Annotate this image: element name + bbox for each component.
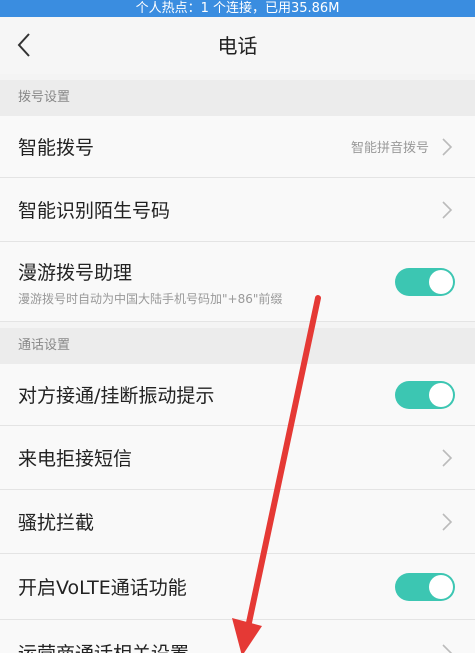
row-connect-vibrate: 对方接通/挂断振动提示 xyxy=(0,364,475,426)
toggle-knob xyxy=(429,575,453,599)
chevron-right-icon xyxy=(442,644,453,653)
row-label: 运营商通话相关设置 xyxy=(18,639,189,653)
chevron-right-icon xyxy=(442,138,453,156)
row-reject-sms[interactable]: 来电拒接短信 xyxy=(0,426,475,490)
row-roaming-dial-assistant: 漫游拨号助理 漫游拨号时自动为中国大陆手机号码加"+86"前缀 xyxy=(0,242,475,322)
connect-vibrate-toggle[interactable] xyxy=(395,381,455,409)
title-bar: 电话 xyxy=(0,17,475,74)
row-label: 开启VoLTE通话功能 xyxy=(18,577,187,599)
row-smart-dial[interactable]: 智能拨号 智能拼音拨号 xyxy=(0,116,475,178)
row-label: 智能识别陌生号码 xyxy=(18,200,171,222)
row-identify-unknown-number[interactable]: 智能识别陌生号码 xyxy=(0,178,475,242)
row-label: 骚扰拦截 xyxy=(18,512,95,534)
toggle-knob xyxy=(429,383,453,407)
roaming-dial-toggle[interactable] xyxy=(395,268,455,296)
chevron-right-icon xyxy=(442,513,453,531)
section-header-call: 通话设置 xyxy=(0,328,475,364)
chevron-right-icon xyxy=(442,449,453,467)
row-label: 漫游拨号助理 xyxy=(18,262,133,284)
row-volte: 开启VoLTE通话功能 xyxy=(0,554,475,620)
section-header-dial: 拨号设置 xyxy=(0,80,475,116)
toggle-knob xyxy=(429,270,453,294)
row-harassment-block[interactable]: 骚扰拦截 xyxy=(0,490,475,554)
hotspot-status-text: 个人热点：1 个连接，已用35.86M xyxy=(135,1,340,16)
row-value: 智能拼音拨号 xyxy=(350,141,429,156)
row-label: 对方接通/挂断振动提示 xyxy=(18,385,215,407)
row-subtitle: 漫游拨号时自动为中国大陆手机号码加"+86"前缀 xyxy=(18,292,283,306)
row-label: 智能拨号 xyxy=(18,137,95,159)
chevron-right-icon xyxy=(442,201,453,219)
hotspot-status-bar: 个人热点：1 个连接，已用35.86M xyxy=(0,0,475,17)
volte-toggle[interactable] xyxy=(395,573,455,601)
page-title: 电话 xyxy=(217,34,258,58)
row-carrier-call-settings[interactable]: 运营商通话相关设置 xyxy=(0,620,475,653)
row-label: 来电拒接短信 xyxy=(18,448,133,470)
